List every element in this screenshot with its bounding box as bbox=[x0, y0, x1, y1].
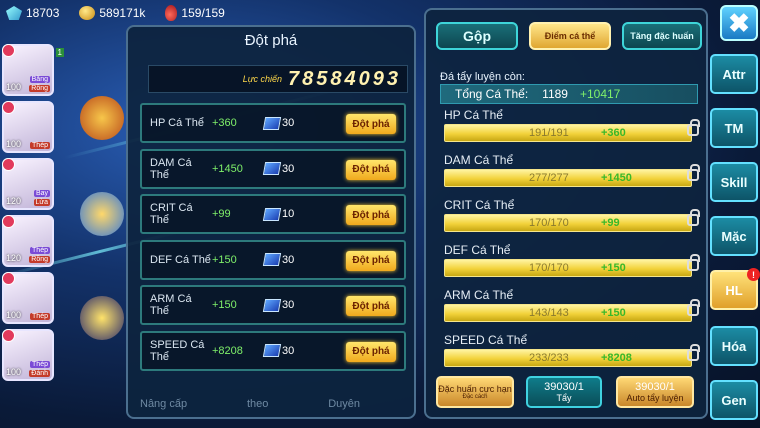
breakthrough-row: CRIT Cá Thể +99 10 Đột phá bbox=[140, 194, 406, 235]
roster-slot-1[interactable]: 1 100 Băng Rồng bbox=[2, 44, 64, 96]
lock-icon[interactable] bbox=[687, 164, 700, 181]
lock-icon[interactable] bbox=[687, 119, 700, 136]
side-mac[interactable]: Mặc bbox=[710, 216, 758, 256]
currency-bar: 18703 589171k 159/159 bbox=[0, 0, 420, 26]
roster-slot-2[interactable]: 100 Thép bbox=[2, 101, 54, 153]
extreme-training-button[interactable]: Đặc huấn cực hạn Đặc cách bbox=[436, 376, 514, 408]
training-panel: Gộp Điểm cá thể Tăng đặc huấn Đá tẩy luy… bbox=[424, 8, 708, 419]
breakthrough-button[interactable]: Đột phá bbox=[346, 341, 396, 362]
breakthrough-row: HP Cá Thể +360 30 Đột phá bbox=[140, 103, 406, 143]
breakthrough-button[interactable]: Đột phá bbox=[346, 159, 396, 180]
lock-icon[interactable] bbox=[687, 299, 700, 316]
pokeball-icon bbox=[2, 44, 15, 57]
pokeball-icon bbox=[2, 158, 15, 171]
breakthrough-row: DAM Cá Thể +1450 30 Đột phá bbox=[140, 148, 406, 189]
stat-hp: HP Cá Thể 191/191 +360 bbox=[444, 108, 700, 142]
breakthrough-button[interactable]: Đột phá bbox=[346, 205, 396, 226]
breakthrough-row: DEF Cá Thể +150 30 Đột phá bbox=[140, 239, 406, 280]
stat-bar: 143/143 +150 bbox=[444, 299, 700, 322]
pokeball-icon bbox=[2, 215, 15, 228]
breakthrough-button[interactable]: Đột phá bbox=[346, 114, 396, 134]
side-skill[interactable]: Skill bbox=[710, 162, 758, 202]
pokeball-icon bbox=[2, 101, 15, 114]
close-button[interactable]: ✖ bbox=[720, 5, 758, 41]
pokeball-icon bbox=[2, 272, 15, 285]
stat-bar: 191/191 +360 bbox=[444, 119, 700, 142]
auto-wash-button[interactable]: 39030/1 Auto tẩy luyện bbox=[616, 376, 694, 408]
gear-icon[interactable] bbox=[80, 296, 124, 340]
roster-slot-6[interactable]: 100 Thép Đánh bbox=[2, 329, 54, 381]
lock-icon[interactable] bbox=[687, 254, 700, 271]
potion-icon bbox=[165, 5, 178, 21]
pokeball-icon bbox=[2, 329, 15, 342]
side-tm[interactable]: TM bbox=[710, 108, 758, 148]
bag-icon[interactable] bbox=[80, 192, 124, 236]
roster-slot-3[interactable]: 120 Bay Lửa bbox=[2, 158, 54, 210]
potion-counter: 159/159 bbox=[165, 5, 225, 21]
monster-roster: 1 100 Băng Rồng 100 Thép 120 Bay Lửa 120 Thép Rồ… bbox=[2, 44, 64, 386]
tab-individual-points[interactable]: Điểm cá thể bbox=[529, 22, 611, 50]
total-individual: Tổng Cá Thể: 1189 +10417 bbox=[440, 84, 698, 104]
alert-badge: ! bbox=[747, 268, 760, 281]
breakthrough-button[interactable]: Đột phá bbox=[346, 296, 396, 317]
tab-special-training[interactable]: Tăng đặc huấn bbox=[622, 22, 702, 50]
side-attr[interactable]: Attr bbox=[710, 54, 758, 94]
book-icon bbox=[262, 162, 282, 176]
stat-arm: ARM Cá Thể 143/143 +150 bbox=[444, 288, 700, 322]
gems-counter: 18703 bbox=[6, 6, 59, 20]
wash-button[interactable]: 39030/1 Tẩy bbox=[526, 376, 602, 408]
combat-power: Lực chiến 78584093 bbox=[148, 65, 408, 93]
lock-icon[interactable] bbox=[687, 344, 700, 361]
book-icon bbox=[262, 207, 282, 221]
side-hl[interactable]: HL! bbox=[710, 268, 760, 310]
breakthrough-row: SPEED Cá Thể +8208 30 Đột phá bbox=[140, 330, 406, 371]
book-icon bbox=[262, 116, 282, 130]
breakthrough-button[interactable]: Đột phá bbox=[346, 250, 396, 271]
stat-bar: 170/170 +150 bbox=[444, 254, 700, 277]
tab-upgrade[interactable]: Nâng cấp bbox=[140, 398, 187, 410]
breakthrough-row: ARM Cá Thể +150 30 Đột phá bbox=[140, 285, 406, 326]
breakthrough-list: HP Cá Thể +360 30 Đột phá DAM Cá Thể +1450 30… bbox=[140, 103, 406, 377]
side-hoa[interactable]: Hóa bbox=[710, 326, 758, 366]
side-gen[interactable]: Gen bbox=[710, 380, 758, 420]
gem-icon bbox=[6, 6, 22, 20]
coin-icon bbox=[79, 6, 96, 20]
panel-title: Đột phá bbox=[244, 32, 298, 49]
tab-merge[interactable]: Gộp bbox=[436, 22, 518, 50]
roster-slot-5[interactable]: 100 Thép bbox=[2, 272, 54, 324]
stat-def: DEF Cá Thể 170/170 +150 bbox=[444, 243, 700, 277]
book-icon bbox=[262, 344, 282, 358]
stat-bar: 170/170 +99 bbox=[444, 209, 700, 232]
stat-dam: DAM Cá Thể 277/277 +1450 bbox=[444, 153, 700, 187]
remaining-stones-label: Đá tẩy luyện còn: bbox=[440, 71, 525, 83]
book-icon bbox=[262, 253, 282, 267]
stat-bar: 277/277 +1450 bbox=[444, 164, 700, 187]
stat-crit: CRIT Cá Thể 170/170 +99 bbox=[444, 198, 700, 232]
coins-counter: 589171k bbox=[79, 6, 145, 20]
bottom-tabs: Nâng cấp theo Duyên bbox=[140, 398, 360, 410]
tab-bond[interactable]: Duyên bbox=[328, 398, 360, 410]
evolve-icon[interactable] bbox=[80, 96, 124, 140]
tab-follow[interactable]: theo bbox=[247, 398, 268, 410]
breakthrough-panel: Đột phá Lực chiến 78584093 HP Cá Thể +360… bbox=[126, 25, 416, 419]
book-icon bbox=[262, 298, 282, 312]
stat-speed: SPEED Cá Thể 233/233 +8208 bbox=[444, 333, 700, 367]
roster-slot-4[interactable]: 120 Thép Rồng bbox=[2, 215, 54, 267]
stat-bar: 233/233 +8208 bbox=[444, 344, 700, 367]
lock-icon[interactable] bbox=[687, 209, 700, 226]
